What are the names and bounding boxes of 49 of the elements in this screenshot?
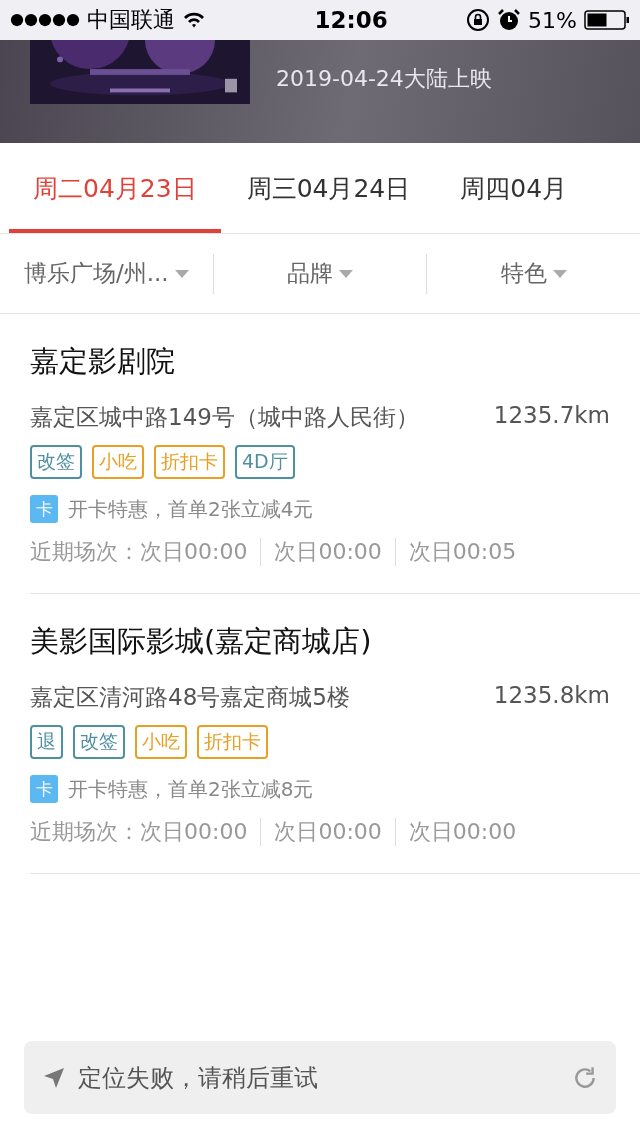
clock-time: 12:06 [314,7,388,33]
cinema-address: 嘉定区清河路48号嘉定商城5楼 [30,683,350,712]
card-badge: 卡 [30,775,58,803]
caret-icon [339,269,353,278]
feature-tag: 折扣卡 [154,445,225,479]
carrier-name: 中国联通 [87,6,175,34]
refresh-icon[interactable] [572,1064,598,1091]
showtime: 次日00:05 [408,538,517,566]
location-arrow-icon [42,1065,66,1090]
signal-icon [10,13,80,27]
feature-tag: 折扣卡 [197,725,268,759]
caret-icon [552,269,567,278]
showtime: 次日00:00 [274,818,382,846]
promo-text: 开卡特惠，首单2张立减8元 [68,775,314,803]
showtime: 次日00:00 [408,818,517,846]
release-date: 2019-04-24大陆上映 [276,65,492,93]
date-tab[interactable]: 周四04月 [436,143,592,233]
card-badge: 卡 [30,495,58,523]
showtime: 次日00:00 [140,818,248,846]
caret-icon [174,269,189,278]
cinema-address: 嘉定区城中路149号（城中路人民街） [30,403,419,432]
showtimes-label: 近期场次： [30,818,140,846]
date-tab[interactable]: 周三04月24日 [222,143,435,233]
cinema-list-item[interactable]: 美影国际影城(嘉定商城店) 嘉定区清河路48号嘉定商城5楼 1235.8km 退 改签 小吃 折扣卡 卡 开卡特惠，首单2张立减8元 近期场次：次日00:00 次日00:00 次日00:00 [30,594,640,874]
distance-text: 1235.8km [493,682,610,710]
cinema-list-item[interactable]: 嘉定影剧院 嘉定区城中路149号（城中路人民街） 1235.7km 改签 小吃 折扣卡 4D厅 卡 开卡特惠，首单2张立减4元 近期场次：次日00:00 次日00:00 次日00:05 [30,314,640,594]
rotation-lock-icon [466,8,491,32]
showtimes-label: 近期场次： [30,538,140,566]
feature-tag: 4D厅 [235,445,295,479]
filter-dropdown[interactable]: 品牌 [213,258,427,289]
date-tab[interactable]: 周二04月23日 [9,143,221,233]
showtime: 次日00:00 [140,538,248,566]
feature-tag: 退 [30,725,63,759]
feature-tag: 小吃 [135,725,187,759]
location-message: 定位失败，请稍后重试 [78,1062,319,1094]
alarm-icon [497,8,522,32]
filter-dropdown[interactable]: 特色 [427,258,640,289]
cinema-name: 嘉定影剧院 [30,343,176,380]
distance-text: 1235.7km [493,402,610,430]
battery-percent: 51% [528,7,577,33]
feature-tag: 改签 [30,445,82,479]
feature-tag: 改签 [73,725,125,759]
feature-tag: 小吃 [92,445,144,479]
filter-dropdown[interactable]: 博乐广场/州... [0,258,213,289]
wifi-icon [182,11,206,29]
promo-text: 开卡特惠，首单2张立减4元 [68,495,314,523]
battery-icon [584,10,630,30]
showtime: 次日00:00 [274,538,382,566]
cinema-name: 美影国际影城(嘉定商城店) [30,623,373,660]
